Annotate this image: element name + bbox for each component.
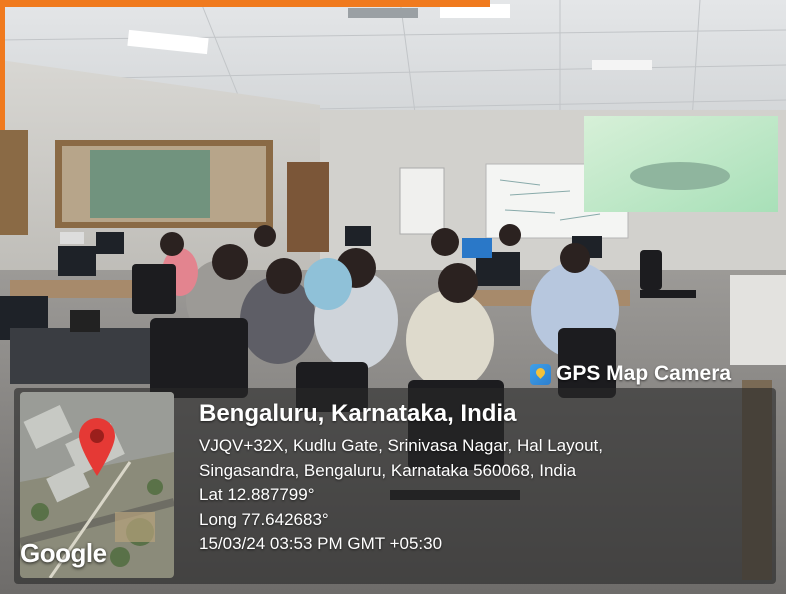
map-attribution: Google — [20, 538, 107, 568]
gps-map-camera-label: GPS Map Camera — [530, 362, 731, 386]
frame-accent-top — [0, 0, 490, 7]
longitude: Long 77.642683° — [199, 509, 329, 529]
address-line-1: VJQV+32X, Kudlu Gate, Srinivasa Nagar, H… — [199, 436, 603, 455]
address-line-2: Singasandra, Bengaluru, Karnataka 560068… — [199, 460, 577, 480]
photo-scene: GPS Map Camera Google Bengaluru, Karnata… — [0, 0, 786, 594]
location-title: Bengaluru, Karnataka, India — [199, 400, 517, 427]
location-info: Bengaluru, Karnataka, India VJQV+32X, Ku… — [199, 400, 603, 557]
latitude: Lat 12.887799° — [199, 485, 315, 504]
frame-accent-left — [0, 0, 5, 130]
timestamp: 15/03/24 03:53 PM GMT +05:30 — [199, 534, 443, 553]
app-name: GPS Map Camera — [556, 362, 732, 385]
map-pin-icon — [79, 418, 115, 476]
gps-map-camera-icon — [530, 363, 551, 385]
